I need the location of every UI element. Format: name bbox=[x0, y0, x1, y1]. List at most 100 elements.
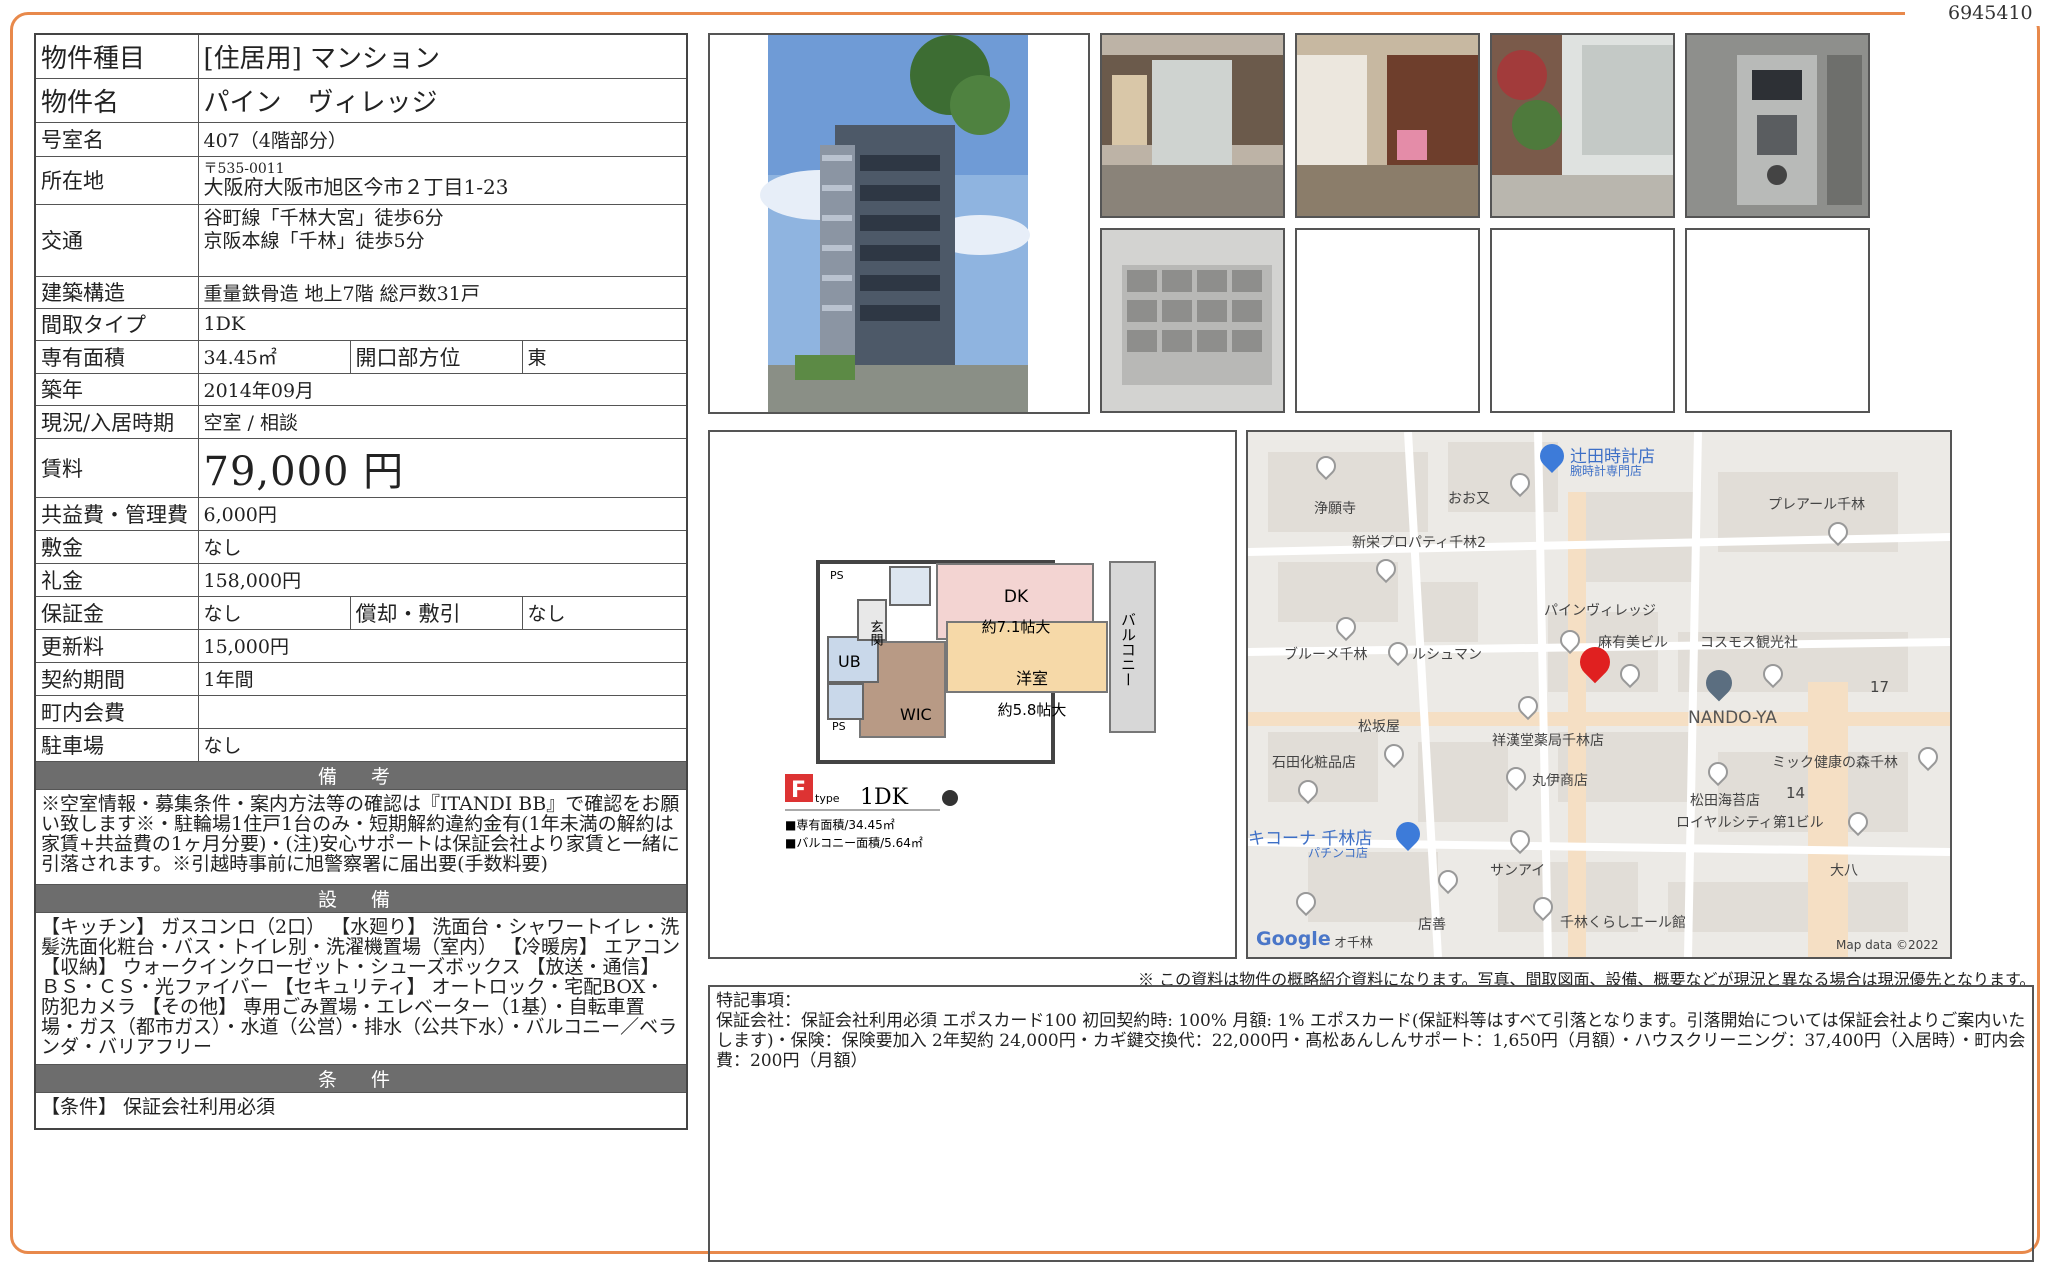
layout-label: 間取タイプ bbox=[34, 307, 199, 341]
access-cell: 谷町線「千林大宮」徒歩6分 京阪本線「千林」徒歩5分 bbox=[197, 203, 688, 277]
area-label: 専有面積 bbox=[34, 339, 199, 374]
map-label: NANDO-YA bbox=[1688, 708, 1777, 728]
parking-value: なし bbox=[197, 727, 688, 762]
map-label: コスモス観光社 bbox=[1700, 635, 1798, 651]
type-letter: F bbox=[791, 778, 806, 803]
structure-value: 重量鉄骨造 地上7階 総戸数31戸 bbox=[197, 275, 688, 309]
renewal-label: 更新料 bbox=[34, 628, 199, 663]
conditions-header: 条 件 bbox=[34, 1063, 688, 1093]
map-label: 17 bbox=[1870, 678, 1890, 696]
wic-label: WIC bbox=[900, 705, 932, 724]
amortization-value: なし bbox=[521, 595, 688, 630]
layout-value: 1DK bbox=[197, 307, 688, 341]
map-label: サンアイ bbox=[1490, 863, 1546, 879]
location-map[interactable]: 辻田時計店 腕時計専門店 浄願寺 おお又 プレアール千林 新栄プロパティ千林2 … bbox=[1246, 430, 1952, 959]
term-value: 1年間 bbox=[197, 661, 688, 696]
dk-label: DK bbox=[1004, 587, 1029, 607]
access-label: 交通 bbox=[34, 203, 199, 277]
balcony-area-line: ■バルコニー面積/5.64㎡ bbox=[785, 835, 923, 850]
fee-label: 共益費・管理費 bbox=[34, 496, 199, 531]
map-label: パチンコ店 bbox=[1308, 846, 1369, 860]
address-value: 大阪府大阪市旭区今市２丁目1-23 bbox=[203, 174, 509, 199]
map-label: 店善 bbox=[1418, 917, 1446, 933]
map-label: 腕時計専門店 bbox=[1570, 464, 1643, 478]
photo-slot-empty-3 bbox=[1685, 228, 1870, 413]
built-label: 築年 bbox=[34, 372, 199, 406]
postal-code: 〒535-0011 bbox=[203, 160, 285, 177]
intercom-photo[interactable] bbox=[1685, 33, 1870, 218]
map-label: プレアール千林 bbox=[1768, 497, 1866, 513]
unit-bath-label: UB bbox=[838, 652, 861, 671]
map-label: 千林くらしエール館 bbox=[1560, 915, 1686, 931]
delivery-box-photo[interactable] bbox=[1100, 228, 1285, 413]
town-fee-value bbox=[197, 694, 688, 729]
notes-header: 備 考 bbox=[34, 760, 688, 790]
document-number: 6945410 bbox=[1948, 2, 2033, 24]
floor-area-line: ■専有面積/34.45㎡ bbox=[785, 817, 895, 832]
map-label: ルシュマン bbox=[1412, 647, 1482, 663]
map-label: 松田海苔店 bbox=[1690, 793, 1760, 809]
address-cell: 〒535-0011 大阪府大阪市旭区今市２丁目1-23 bbox=[197, 155, 688, 205]
map-label: ミック健康の森千林 bbox=[1772, 755, 1898, 771]
ps-label-2: PS bbox=[832, 720, 846, 733]
direction-value: 東 bbox=[521, 339, 688, 374]
entrance-hall-photo[interactable] bbox=[1100, 33, 1285, 218]
floor-plan: DK 約7.1帖大 洋室 約5.8帖大 バルコニー 玄関 UB WIC PS P… bbox=[708, 430, 1237, 959]
key-money-label: 礼金 bbox=[34, 562, 199, 597]
western-room-label: 洋室 bbox=[1016, 669, 1048, 688]
lobby-photo[interactable] bbox=[1295, 33, 1480, 218]
key-money-value: 158,000円 bbox=[197, 562, 688, 597]
access-line-2: 京阪本線「千林」徒歩5分 bbox=[203, 229, 425, 252]
renewal-value: 15,000円 bbox=[197, 628, 688, 663]
property-spec-table: 物件種目 [住居用] マンション 物件名 パイン ヴィレッジ 号室名 407（4… bbox=[34, 33, 688, 1130]
conditions-text: 【条件】 保証会社利用必須 bbox=[34, 1091, 688, 1130]
special-remarks-box: 特記事項： 保証会社：保証会社利用必須 エポスカード100 初回契約時: 100… bbox=[708, 985, 2034, 1262]
balcony-label: バルコニー bbox=[1119, 612, 1137, 687]
map-label: 大八 bbox=[1830, 863, 1858, 879]
type-word: type bbox=[815, 792, 840, 805]
status-value: 空室 / 相談 bbox=[197, 404, 688, 439]
map-label: 新栄プロパティ千林2 bbox=[1352, 535, 1487, 551]
notes-text: ※空室情報・募集条件・案内方法等の確認は『ITANDI BB』で確認をお願い致し… bbox=[34, 788, 688, 885]
rent-value: 79,000 円 bbox=[197, 437, 688, 498]
parking-label: 駐車場 bbox=[34, 727, 199, 762]
approach-photo[interactable] bbox=[1490, 33, 1675, 218]
dk-size: 約7.1帖大 bbox=[982, 618, 1051, 636]
ps-label-1: PS bbox=[830, 569, 844, 582]
deposit-value: なし bbox=[197, 529, 688, 564]
access-line-1: 谷町線「千林大宮」徒歩6分 bbox=[203, 206, 444, 229]
building-exterior-photo[interactable] bbox=[708, 33, 1090, 414]
guarantee-label: 保証金 bbox=[34, 595, 199, 630]
built-value: 2014年09月 bbox=[197, 372, 688, 406]
remarks-body: 保証会社：保証会社利用必須 エポスカード100 初回契約時: 100% 月額: … bbox=[716, 1011, 2026, 1071]
remarks-title: 特記事項： bbox=[716, 991, 801, 1011]
structure-label: 建築構造 bbox=[34, 275, 199, 309]
town-fee-label: 町内会費 bbox=[34, 694, 199, 729]
room-label: 号室名 bbox=[34, 121, 199, 157]
map-label: パインヴィレッジ bbox=[1544, 603, 1656, 619]
western-room-size: 約5.8帖大 bbox=[998, 701, 1067, 719]
map-label: おお又 bbox=[1448, 491, 1490, 507]
map-label: 14 bbox=[1786, 784, 1806, 802]
map-label: 祥漢堂薬局千林店 bbox=[1492, 733, 1604, 749]
photo-slot-empty-1 bbox=[1295, 228, 1480, 413]
map-label: 麻有美ビル bbox=[1598, 635, 1668, 651]
map-label: ロイヤルシティ第1ビル bbox=[1676, 815, 1824, 831]
type-label: 物件種目 bbox=[34, 33, 199, 79]
map-label: オ千林 bbox=[1334, 936, 1374, 951]
status-label: 現況/入居時期 bbox=[34, 404, 199, 439]
google-logo: Google bbox=[1256, 928, 1331, 950]
name-value: パイン ヴィレッジ bbox=[197, 77, 688, 123]
map-label: 石田化粧品店 bbox=[1272, 755, 1356, 771]
equipment-header: 設 備 bbox=[34, 883, 688, 913]
photo-slot-empty-2 bbox=[1490, 228, 1675, 413]
type-value: [住居用] マンション bbox=[197, 33, 688, 79]
map-label: 松坂屋 bbox=[1358, 719, 1400, 735]
map-label: 浄願寺 bbox=[1314, 501, 1356, 517]
amortization-label: 償却・敷引 bbox=[349, 595, 523, 630]
type-name: 1DK bbox=[860, 785, 909, 810]
direction-label: 開口部方位 bbox=[349, 339, 523, 374]
guarantee-value: なし bbox=[197, 595, 351, 630]
room-value: 407（4階部分） bbox=[197, 121, 688, 157]
address-label: 所在地 bbox=[34, 155, 199, 205]
